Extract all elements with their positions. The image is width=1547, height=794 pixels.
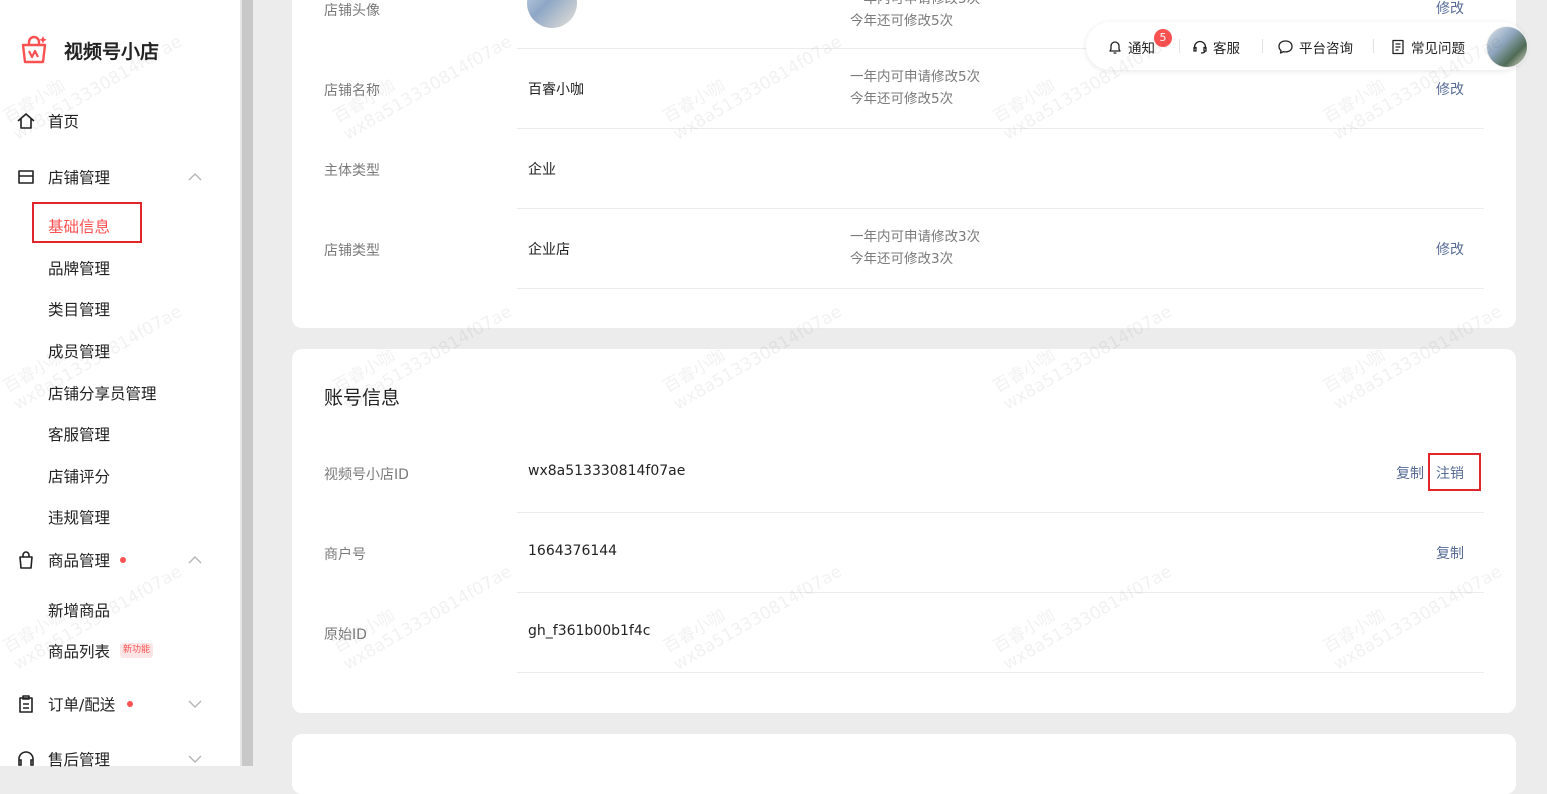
shop-name-note-2: 今年还可修改5次 <box>850 91 954 107</box>
faq-button[interactable]: 常见问题 <box>1390 37 1465 57</box>
nav-group-shop-label: 店铺管理 <box>48 169 111 187</box>
nav-item-add-goods[interactable]: 新增商品 <box>48 599 110 621</box>
sidebar: 视频号小店 首页 店铺管理 基础信息 品牌管理 类目管理 成员管理 店铺分享员管… <box>0 0 240 769</box>
customer-service-label: 客服 <box>1213 41 1240 57</box>
shop-name-edit-link[interactable]: 修改 <box>1436 79 1464 99</box>
nav-group-goods-label: 商品管理 <box>48 552 111 570</box>
shop-avatar-note-1: 一年内可申请修改5次 <box>850 0 980 10</box>
platform-consult-label: 平台咨询 <box>1299 41 1353 57</box>
nav-group-aftersale-label: 售后管理 <box>48 751 111 769</box>
shop-name-note: 一年内可申请修改5次 今年还可修改5次 <box>850 66 980 110</box>
row-divider <box>517 208 1484 209</box>
chevron-up-icon <box>188 173 202 181</box>
shop-avatar-label: 店铺头像 <box>324 3 380 19</box>
shop-name-value: 百睿小咖 <box>528 82 584 98</box>
document-icon <box>1392 39 1404 55</box>
sidebar-scrollbar[interactable] <box>240 0 253 766</box>
shop-logo-icon <box>21 35 47 64</box>
merchant-id-label: 商户号 <box>324 547 366 563</box>
home-icon <box>17 113 35 129</box>
chat-bubble-icon <box>1278 40 1293 54</box>
goods-alert-dot <box>120 557 126 563</box>
brand-title: 视频号小店 <box>64 40 160 63</box>
original-id-value: gh_f361b00b1f4c <box>528 623 651 639</box>
row-divider <box>517 592 1484 593</box>
chevron-down-icon <box>188 755 202 763</box>
new-feature-badge: 新功能 <box>120 643 154 658</box>
headset-icon <box>18 751 34 766</box>
account-info-card <box>292 349 1516 713</box>
shop-avatar-edit-link[interactable]: 修改 <box>1436 0 1464 18</box>
shop-id-value: wx8a513330814f07ae <box>528 463 686 479</box>
chevron-down-icon <box>188 700 202 708</box>
notice-button[interactable]: 通知 <box>1107 37 1155 57</box>
nav-group-aftersale[interactable]: 售后管理 <box>0 744 240 774</box>
nav-item-customer-service[interactable]: 客服管理 <box>48 423 110 445</box>
shop-name-label: 店铺名称 <box>324 83 380 99</box>
customer-service-button[interactable]: 客服 <box>1192 37 1240 57</box>
nav-item-violations[interactable]: 违规管理 <box>48 506 110 528</box>
nav-item-sharer[interactable]: 店铺分享员管理 <box>48 382 157 404</box>
orders-alert-dot <box>127 701 133 707</box>
row-divider <box>517 512 1484 513</box>
bag-icon <box>19 551 33 569</box>
entity-type-label: 主体类型 <box>324 163 380 179</box>
cancel-account-link[interactable]: 注销 <box>1436 463 1464 483</box>
shop-type-note: 一年内可申请修改3次 今年还可修改3次 <box>850 226 980 270</box>
notice-count-badge: 5 <box>1154 29 1172 47</box>
clipboard-icon <box>19 695 33 713</box>
original-id-label: 原始ID <box>324 627 367 643</box>
nav-item-goods-list[interactable]: 商品列表 <box>48 640 110 662</box>
user-avatar[interactable] <box>1486 26 1528 68</box>
nav-home[interactable]: 首页 <box>0 106 240 136</box>
nav-item-shop-score[interactable]: 店铺评分 <box>48 465 110 487</box>
entity-type-value: 企业 <box>528 162 556 178</box>
nav-home-label: 首页 <box>48 113 80 131</box>
account-section-title: 账号信息 <box>324 387 401 409</box>
nav-group-shop[interactable]: 店铺管理 <box>0 162 240 192</box>
store-icon <box>18 170 34 184</box>
nav-item-brand[interactable]: 品牌管理 <box>48 257 110 279</box>
toolbar-divider <box>1179 39 1180 53</box>
shop-name-note-1: 一年内可申请修改5次 <box>850 69 981 85</box>
faq-label: 常见问题 <box>1411 41 1465 57</box>
copy-shop-id-link[interactable]: 复制 <box>1396 463 1424 483</box>
nav-item-basic-info[interactable]: 基础信息 <box>48 215 110 237</box>
chevron-up-icon <box>188 556 202 564</box>
shop-type-note-1: 一年内可申请修改3次 <box>850 229 981 245</box>
row-divider <box>517 128 1484 129</box>
row-divider <box>517 288 1484 289</box>
copy-merchant-id-link[interactable]: 复制 <box>1436 543 1464 563</box>
nav-group-orders[interactable]: 订单/配送 <box>0 689 240 719</box>
shop-type-value: 企业店 <box>528 242 570 258</box>
bell-icon <box>1109 41 1121 54</box>
shop-type-note-2: 今年还可修改3次 <box>850 251 954 267</box>
brand[interactable]: 视频号小店 <box>18 34 159 66</box>
shop-avatar-note-2: 今年还可修改5次 <box>850 13 954 29</box>
nav-item-category[interactable]: 类目管理 <box>48 298 110 320</box>
toolbar-divider <box>1373 39 1374 53</box>
nav-item-members[interactable]: 成员管理 <box>48 340 110 362</box>
nav-group-goods[interactable]: 商品管理 <box>0 545 240 575</box>
shop-type-label: 店铺类型 <box>324 243 380 259</box>
toolbar-divider <box>1262 39 1263 53</box>
shop-avatar-note: 一年内可申请修改5次 今年还可修改5次 <box>850 0 980 32</box>
next-card <box>292 734 1516 794</box>
notice-label: 通知 <box>1128 41 1155 57</box>
merchant-id-value: 1664376144 <box>528 543 618 559</box>
row-divider <box>517 672 1484 673</box>
shop-type-edit-link[interactable]: 修改 <box>1436 239 1464 259</box>
nav-group-orders-label: 订单/配送 <box>48 696 116 714</box>
shop-id-label: 视频号小店ID <box>324 467 409 483</box>
headset-icon <box>1193 40 1207 54</box>
platform-consult-button[interactable]: 平台咨询 <box>1277 37 1353 57</box>
